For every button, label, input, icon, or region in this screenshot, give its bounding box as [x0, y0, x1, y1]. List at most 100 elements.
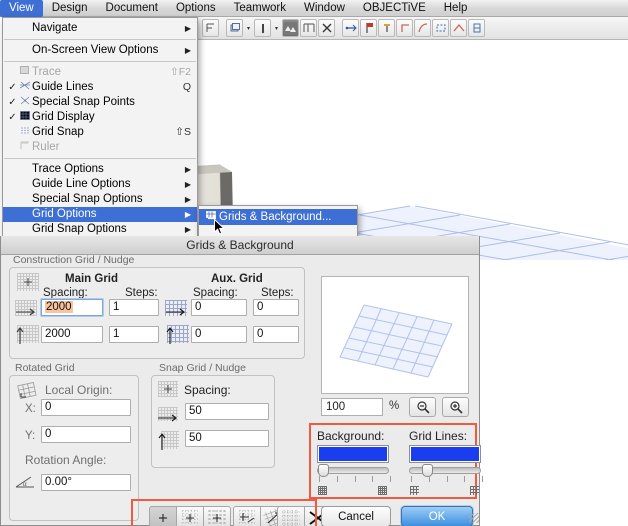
main-grid-spacing-h-input[interactable]: 2000	[41, 299, 103, 316]
zoom-out-button[interactable]	[409, 397, 436, 417]
menu-item-label: Navigate	[32, 22, 78, 34]
menu-item-label: Guide Lines	[32, 81, 94, 93]
grid-lines-color-swatch[interactable]	[409, 445, 481, 463]
grid-mode-button-group-1[interactable]	[149, 506, 231, 526]
aux-grid-steps-h-value: 0	[257, 301, 264, 313]
dimension-icon[interactable]	[300, 19, 317, 37]
background-slider-ticks	[319, 476, 391, 482]
column-icon[interactable]	[378, 19, 395, 37]
zoom-percent-input[interactable]: 100	[321, 398, 383, 416]
menubar-item-objective[interactable]: OBJECTiVE	[354, 0, 435, 17]
background-grid-density-low-icon[interactable]	[318, 486, 327, 495]
menubar-item-document[interactable]: Document	[97, 0, 167, 17]
arrow-up-icon	[166, 327, 174, 344]
grid-dashed-button[interactable]	[203, 506, 231, 526]
menubar-item-options[interactable]: Options	[167, 0, 225, 17]
menu-item-label: Guide Line Options	[32, 178, 131, 190]
pen-icon[interactable]	[254, 19, 271, 37]
aux-grid-spacing-h-input[interactable]: 0	[191, 299, 247, 316]
x-label: X:	[25, 403, 36, 415]
toolbar[interactable]: ◂ ▾ ▾	[190, 17, 628, 40]
background-color-swatch[interactable]	[317, 445, 389, 463]
submenu-arrow-icon: ▶	[184, 210, 191, 219]
main-grid-spacing-v-input[interactable]: 2000	[41, 326, 103, 343]
aux-grid-steps-v-value: 0	[257, 328, 264, 340]
menu-item-on-screen-view-options[interactable]: On-Screen View Options ▶	[3, 43, 197, 58]
grid-lines-brightness-slider[interactable]	[409, 467, 481, 474]
arrow-up-icon	[16, 327, 24, 344]
layer-caret-icon[interactable]: ▾	[244, 19, 253, 37]
wall-icon[interactable]	[468, 19, 485, 37]
local-origin-x-input[interactable]: 0	[41, 399, 131, 416]
grid-lines-density-high-icon[interactable]	[470, 486, 479, 495]
menu-item-label: Trace Options	[32, 163, 104, 175]
local-origin-x-value: 0	[45, 401, 52, 413]
aux-grid-spacing-v-input[interactable]: 0	[191, 326, 247, 343]
curve-icon[interactable]	[414, 19, 431, 37]
rotated-grid-set-button[interactable]	[233, 506, 261, 526]
menu-item-label: Grid Display	[32, 111, 95, 123]
local-origin-label: Local Origin:	[45, 383, 113, 397]
menubar-item-window[interactable]: Window	[295, 0, 354, 17]
menu-item-trace-options[interactable]: Trace Options ▶	[3, 162, 197, 177]
menu-item-guide-line-options[interactable]: Guide Line Options ▶	[3, 177, 197, 192]
cancel-button[interactable]: Cancel	[321, 506, 391, 526]
check-mark: ✓	[8, 97, 17, 108]
marquee-icon[interactable]	[342, 19, 359, 37]
flag-icon[interactable]	[360, 19, 377, 37]
menu-item-special-snap-options[interactable]: Special Snap Options ▶	[3, 192, 197, 207]
render-icon[interactable]	[282, 19, 299, 37]
main-grid-spacing-v-value: 2000	[45, 328, 71, 340]
main-grid-steps-v-input[interactable]: 1	[109, 326, 159, 343]
roof-icon[interactable]	[450, 19, 467, 37]
pen-caret-icon[interactable]: ▾	[272, 19, 281, 37]
rotation-angle-label: Rotation Angle:	[25, 453, 107, 467]
snap-grid-spacing-v-input[interactable]: 50	[185, 430, 269, 447]
menubar-item-help[interactable]: Help	[435, 0, 477, 17]
menu-item-special-snap-points[interactable]: ✓ Special Snap Points	[3, 95, 197, 110]
arrow-up-icon	[158, 433, 166, 450]
menubar-item-design[interactable]: Design	[43, 0, 97, 17]
menu-item-grid-display[interactable]: ✓ Grid Display	[3, 110, 197, 125]
local-origin-y-input[interactable]: 0	[41, 426, 131, 443]
background-grid-density-high-icon[interactable]	[378, 486, 387, 495]
main-spacing-label: Spacing:	[43, 287, 88, 299]
grid-lines-density-low-icon[interactable]	[410, 486, 419, 495]
arrow-right-icon	[16, 308, 35, 316]
main-steps-label: Steps:	[125, 287, 158, 299]
corner-icon[interactable]	[396, 19, 413, 37]
selection-icon[interactable]	[432, 19, 449, 37]
submenu-arrow-icon: ▶	[184, 225, 191, 234]
menu-item-shortcut: ⇧F2	[169, 66, 191, 78]
main-grid-steps-h-input[interactable]: 1	[109, 299, 159, 316]
grids-background-dialog[interactable]: Grids & Background Construction Grid / N…	[0, 236, 483, 526]
aux-grid-steps-h-input[interactable]: 0	[253, 299, 299, 316]
snap-grid-spacing-v-value: 50	[189, 432, 202, 444]
zoom-in-button[interactable]	[442, 397, 469, 417]
scale-icon[interactable]	[318, 19, 335, 37]
grid-dotted-button[interactable]	[176, 506, 204, 526]
aux-grid-steps-v-input[interactable]: 0	[253, 326, 299, 343]
menu-item-grid-snap[interactable]: Grid Snap ⇧S	[3, 125, 197, 140]
snap-spacing-label: Spacing:	[184, 383, 231, 397]
menu-item-ruler: Ruler	[3, 140, 197, 155]
ok-button[interactable]: OK	[401, 506, 473, 526]
snap-grid-spacing-h-input[interactable]: 50	[185, 403, 269, 420]
resize-grip[interactable]	[469, 513, 479, 523]
view-menu-dropdown[interactable]: Navigate ▶ On-Screen View Options ▶ Trac…	[2, 17, 198, 241]
menu-item-grid-options[interactable]: Grid Options ▶	[3, 207, 197, 222]
menubar-item-teamwork[interactable]: Teamwork	[225, 0, 295, 17]
story-icon[interactable]	[202, 19, 219, 37]
check-mark: ✓	[8, 82, 17, 93]
menu-item-guide-lines[interactable]: ✓ Guide Lines Q	[3, 80, 197, 95]
grid-show-button[interactable]	[277, 506, 305, 526]
menubar-item-view[interactable]: View	[0, 0, 43, 17]
arrow-right-icon	[166, 308, 185, 316]
grid-plain-button[interactable]	[149, 506, 177, 526]
menu-item-navigate[interactable]: Navigate ▶	[3, 21, 197, 36]
mouse-cursor	[214, 219, 225, 235]
menu-bar[interactable]: View Design Document Options Teamwork Wi…	[0, 0, 628, 17]
rotation-angle-input[interactable]: 0.00°	[41, 474, 131, 491]
menu-item-grid-snap-options[interactable]: Grid Snap Options ▶	[3, 222, 197, 237]
layer-icon[interactable]	[226, 19, 243, 37]
